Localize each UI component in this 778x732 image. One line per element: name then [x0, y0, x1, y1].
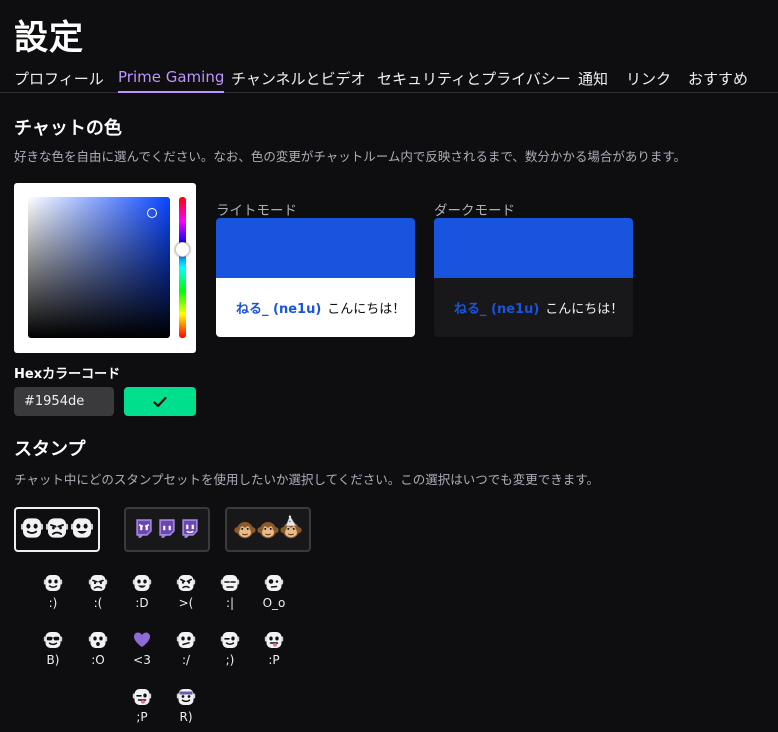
light-mode-username: ねる_ (ne1u): [236, 302, 322, 317]
hue-slider-handle[interactable]: [175, 242, 190, 257]
dark-mode-chat-line: ねる_ (ne1u) こんにちは！: [434, 278, 633, 337]
tab-recommendations[interactable]: おすすめ: [688, 68, 748, 93]
emote-code: :O: [91, 653, 105, 667]
glitch-smile-icon: [179, 517, 201, 543]
tab-channel-and-videos[interactable]: チャンネルとビデオ: [231, 68, 366, 93]
stamps-title: スタンプ: [14, 439, 86, 460]
emote-meh[interactable]: :/: [166, 630, 206, 667]
robot-wink-icon: [210, 630, 250, 650]
light-mode-chat-line: ねる_ (ne1u) こんにちは！: [216, 278, 415, 337]
robot-confused-icon: [254, 573, 294, 593]
emote-wink[interactable]: ;): [210, 630, 250, 667]
emote-code: :|: [225, 596, 235, 610]
robot-wink-tongue-icon: [122, 687, 162, 707]
emote-surprised[interactable]: :O: [78, 630, 118, 667]
monkey-icon: [234, 515, 256, 545]
emote-code: >(: [178, 596, 194, 610]
saturation-value-handle[interactable]: [147, 208, 157, 218]
light-mode-label: ライトモード: [216, 203, 297, 219]
color-picker: [14, 183, 196, 353]
robot-neutral-icon: [210, 573, 250, 593]
light-mode-message: こんにちは！: [327, 302, 406, 317]
settings-tabs: プロフィール Prime Gaming チャンネルとビデオ セキュリティとプライ…: [0, 64, 778, 93]
glitch-emote-set[interactable]: [124, 507, 210, 552]
emote-pirate[interactable]: R): [166, 687, 206, 724]
emote-code: O_o: [262, 596, 286, 610]
emote-code: :): [48, 596, 58, 610]
confirm-color-button[interactable]: [124, 387, 196, 416]
emote-code: ;): [225, 653, 235, 667]
emote-code: B): [46, 653, 60, 667]
emote-code: :P: [268, 653, 280, 667]
dark-mode-preview: ねる_ (ne1u) こんにちは！: [434, 218, 633, 337]
emote-heart[interactable]: <3: [122, 630, 162, 667]
page-title: 設定: [14, 18, 84, 58]
monkey-party-icon: [280, 514, 302, 545]
emote-code: :D: [135, 596, 149, 610]
dark-mode-username: ねる_ (ne1u): [454, 302, 540, 317]
light-mode-color-swatch: [216, 218, 415, 278]
light-mode-preview: ねる_ (ne1u) こんにちは！: [216, 218, 415, 337]
tab-profile[interactable]: プロフィール: [14, 68, 104, 93]
dark-mode-label: ダークモード: [434, 203, 515, 219]
emote-wink-tongue[interactable]: ;P: [122, 687, 162, 724]
robot-sad-icon: [78, 573, 118, 593]
glitch-angry-icon: [133, 517, 155, 543]
tab-prime-gaming[interactable]: Prime Gaming: [118, 68, 225, 93]
monkey-icon: [257, 515, 279, 545]
robot-tongue-icon: [254, 630, 294, 650]
hue-slider[interactable]: [179, 197, 186, 338]
robot-smile-icon: [33, 573, 73, 593]
tab-notifications[interactable]: 通知: [578, 68, 608, 93]
tab-security-and-privacy[interactable]: セキュリティとプライバシー: [377, 68, 571, 93]
robot-angry-icon: [166, 573, 206, 593]
robot-pirate-icon: [166, 687, 206, 707]
emote-sad[interactable]: :(: [78, 573, 118, 610]
stamps-description: チャット中にどのスタンプセットを使用したいか選択してください。この選択はいつでも…: [14, 472, 600, 487]
dark-mode-color-swatch: [434, 218, 633, 278]
saturation-value-area[interactable]: [28, 197, 170, 338]
emote-code: R): [179, 710, 193, 724]
emote-confused[interactable]: O_o: [254, 573, 294, 610]
robot-emote-set[interactable]: [14, 507, 100, 552]
robot-sunglasses-icon: [33, 630, 73, 650]
emote-grin[interactable]: :D: [122, 573, 162, 610]
dark-mode-message: こんにちは！: [545, 302, 624, 317]
emote-smile[interactable]: :): [33, 573, 73, 610]
heart-icon: [122, 630, 162, 650]
robot-grin-icon: [122, 573, 162, 593]
robot-sad-icon: [45, 516, 69, 544]
chat-color-description: 好きな色を自由に選んでください。なお、色の変更がチャットルーム内で反映されるまで…: [14, 149, 687, 164]
chat-color-title: チャットの色: [14, 118, 122, 139]
emote-code: <3: [133, 653, 151, 667]
emote-sunglasses[interactable]: B): [33, 630, 73, 667]
robot-surprised-icon: [78, 630, 118, 650]
tab-connections[interactable]: リンク: [626, 68, 671, 93]
robot-meh-icon: [166, 630, 206, 650]
hex-color-label: Hexカラーコード: [14, 367, 121, 382]
emote-neutral[interactable]: :|: [210, 573, 250, 610]
check-icon: [153, 396, 167, 407]
emote-code: :(: [93, 596, 103, 610]
hex-color-input[interactable]: [14, 387, 114, 416]
emote-code: ;P: [136, 710, 148, 724]
monkey-emote-set[interactable]: [225, 507, 311, 552]
robot-grin-icon: [70, 516, 94, 544]
emote-angry[interactable]: >(: [166, 573, 206, 610]
robot-smile-icon: [20, 516, 44, 544]
emote-code: :/: [181, 653, 191, 667]
emote-tongue[interactable]: :P: [254, 630, 294, 667]
glitch-neutral-icon: [156, 517, 178, 543]
